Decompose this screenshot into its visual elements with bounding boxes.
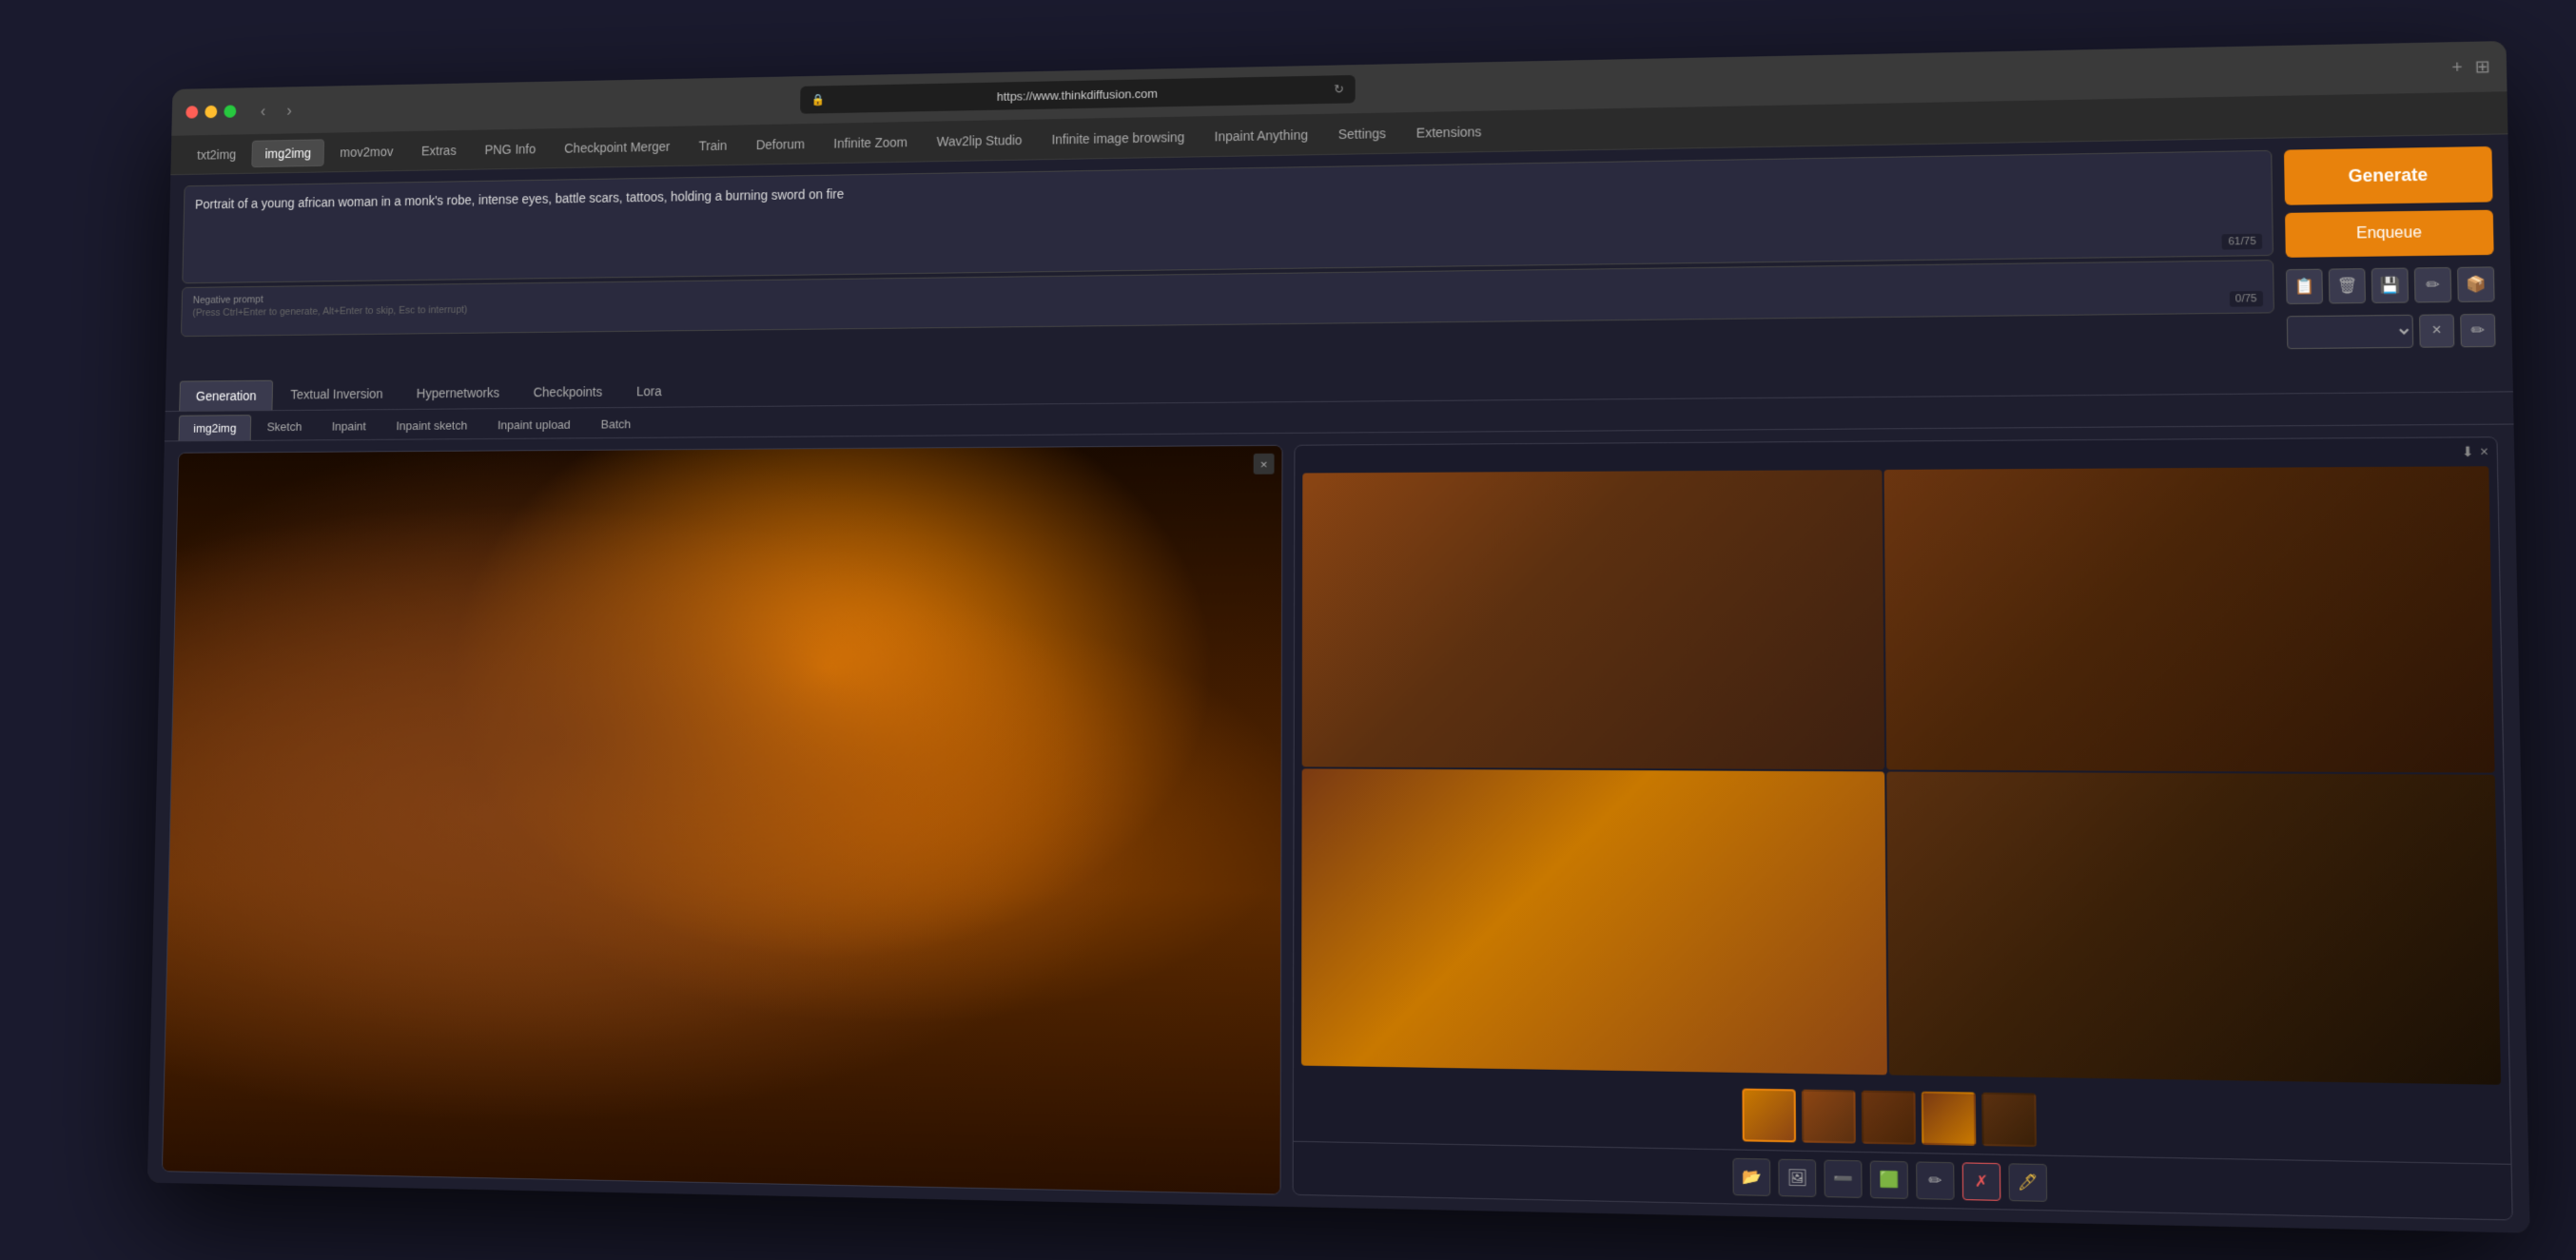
skip-button[interactable]: ➖ bbox=[1824, 1159, 1862, 1197]
style-select-row: × ✏ bbox=[2287, 313, 2496, 348]
nav-tab-infinite-browse[interactable]: Infinite image browsing bbox=[1039, 123, 1198, 151]
send-to-img2img-button[interactable]: 🖼 bbox=[1778, 1158, 1816, 1196]
close-input-image-button[interactable]: × bbox=[1254, 453, 1275, 474]
subtab-img2img[interactable]: img2img bbox=[179, 415, 252, 440]
lock-icon: 🔒 bbox=[811, 92, 825, 106]
tab-generation[interactable]: Generation bbox=[179, 379, 273, 410]
tab-lora[interactable]: Lora bbox=[620, 376, 678, 406]
nav-tab-infinite-zoom[interactable]: Infinite Zoom bbox=[821, 128, 921, 156]
generate-button[interactable]: Generate bbox=[2284, 145, 2493, 204]
nav-tab-checkpoint-merger[interactable]: Checkpoint Merger bbox=[552, 132, 683, 160]
tab-grid-icon[interactable]: ⊞ bbox=[2474, 56, 2490, 77]
title-bar-right: + ⊞ bbox=[2451, 56, 2490, 77]
x-clear-button[interactable]: × bbox=[2419, 314, 2454, 347]
nav-tab-mov2mov[interactable]: mov2mov bbox=[327, 138, 405, 165]
url-text: https://www.thinkdiffusion.com bbox=[832, 82, 1327, 106]
close-window-button[interactable] bbox=[185, 106, 198, 118]
traffic-lights bbox=[185, 105, 236, 118]
subtab-inpaint-sketch[interactable]: Inpaint sketch bbox=[381, 413, 481, 439]
open-folder-button[interactable]: 📂 bbox=[1732, 1157, 1770, 1195]
output-image-panel: ⬇ × bbox=[1293, 436, 2513, 1220]
output-image-4[interactable] bbox=[1886, 771, 2501, 1084]
thumbnail-3[interactable] bbox=[1862, 1090, 1916, 1144]
output-image-3[interactable] bbox=[1301, 768, 1887, 1075]
thumbnail-2[interactable] bbox=[1802, 1089, 1856, 1143]
browser-window: ‹ › 🔒 https://www.thinkdiffusion.com ↻ +… bbox=[147, 41, 2530, 1233]
tab-checkpoints[interactable]: Checkpoints bbox=[517, 377, 619, 408]
input-image-display bbox=[163, 445, 1282, 1193]
subtab-inpaint-upload[interactable]: Inpaint upload bbox=[483, 412, 585, 438]
edit-icon-button[interactable]: ✏ bbox=[2414, 266, 2451, 301]
maximize-window-button[interactable] bbox=[224, 105, 236, 117]
nav-tab-settings[interactable]: Settings bbox=[1325, 119, 1399, 146]
clear-icon-button[interactable]: 🗑 bbox=[2329, 268, 2366, 303]
negative-token-count: 0/75 bbox=[2229, 290, 2263, 306]
enqueue-button[interactable]: Enqueue bbox=[2285, 209, 2494, 257]
nav-tab-extras[interactable]: Extras bbox=[409, 136, 469, 163]
input-image-panel: × bbox=[162, 444, 1283, 1194]
nav-tab-png-info[interactable]: PNG Info bbox=[472, 135, 548, 162]
back-button[interactable]: ‹ bbox=[253, 97, 273, 124]
brush-button[interactable]: ✏ bbox=[1916, 1161, 1954, 1199]
address-bar[interactable]: 🔒 https://www.thinkdiffusion.com ↻ bbox=[800, 74, 1356, 113]
new-tab-icon[interactable]: + bbox=[2451, 56, 2463, 77]
subtab-sketch[interactable]: Sketch bbox=[253, 414, 317, 439]
subtab-inpaint[interactable]: Inpaint bbox=[318, 413, 381, 438]
thumbnail-5[interactable] bbox=[1981, 1092, 2037, 1146]
subtab-batch[interactable]: Batch bbox=[586, 411, 645, 437]
positive-token-count: 61/75 bbox=[2222, 233, 2262, 249]
nav-tab-train[interactable]: Train bbox=[686, 131, 740, 158]
main-content: 61/75 Negative prompt (Press Ctrl+Enter … bbox=[147, 134, 2530, 1232]
paste-icon-button[interactable]: 📋 bbox=[2286, 268, 2323, 303]
edit-button[interactable]: 🖊 bbox=[2008, 1163, 2047, 1202]
forward-button[interactable]: › bbox=[280, 97, 300, 124]
nav-tab-img2img[interactable]: img2img bbox=[251, 138, 324, 166]
refresh-icon[interactable]: ↻ bbox=[1334, 82, 1344, 97]
thumbnail-4[interactable] bbox=[1922, 1091, 1977, 1145]
extra-icon-button[interactable]: 📦 bbox=[2457, 266, 2495, 302]
nav-tab-inpaint-anything[interactable]: Inpaint Anything bbox=[1201, 121, 1321, 149]
nav-tab-wav2lip[interactable]: Wav2lip Studio bbox=[924, 126, 1035, 153]
output-image-grid bbox=[1294, 466, 2509, 1093]
save-image-button[interactable]: 🟩 bbox=[1870, 1160, 1908, 1198]
delete-button[interactable]: ✗ bbox=[1962, 1162, 2001, 1201]
image-area: × ⬇ × bbox=[147, 424, 2530, 1232]
output-image-2[interactable] bbox=[1884, 466, 2495, 772]
prompt-area: 61/75 Negative prompt (Press Ctrl+Enter … bbox=[166, 134, 2512, 380]
prompt-inputs: 61/75 Negative prompt (Press Ctrl+Enter … bbox=[180, 149, 2274, 369]
nav-tab-deforum[interactable]: Deforum bbox=[743, 130, 817, 157]
close-output-icon[interactable]: × bbox=[2480, 443, 2488, 460]
minimize-window-button[interactable] bbox=[205, 105, 217, 117]
tab-textual-inversion[interactable]: Textual Inversion bbox=[275, 378, 400, 410]
output-image-1[interactable] bbox=[1302, 469, 1884, 768]
save-icon-button[interactable]: 💾 bbox=[2371, 267, 2409, 302]
tab-hypernetworks[interactable]: Hypernetworks bbox=[400, 378, 516, 409]
thumbnail-1[interactable] bbox=[1742, 1088, 1796, 1142]
browser-nav-buttons: ‹ › bbox=[253, 97, 299, 124]
download-output-icon[interactable]: ⬇ bbox=[2462, 443, 2474, 460]
positive-prompt-input[interactable] bbox=[193, 161, 2250, 270]
style-dropdown[interactable] bbox=[2287, 314, 2413, 348]
nav-tab-extensions[interactable]: Extensions bbox=[1403, 117, 1495, 145]
nav-tab-txt2img[interactable]: txt2img bbox=[185, 141, 248, 167]
action-buttons: Generate Enqueue 📋 🗑 💾 ✏ 📦 × ✏ bbox=[2284, 145, 2496, 348]
style-apply-button[interactable]: ✏ bbox=[2460, 313, 2495, 346]
prompt-icon-row: 📋 🗑 💾 ✏ 📦 bbox=[2286, 266, 2495, 304]
